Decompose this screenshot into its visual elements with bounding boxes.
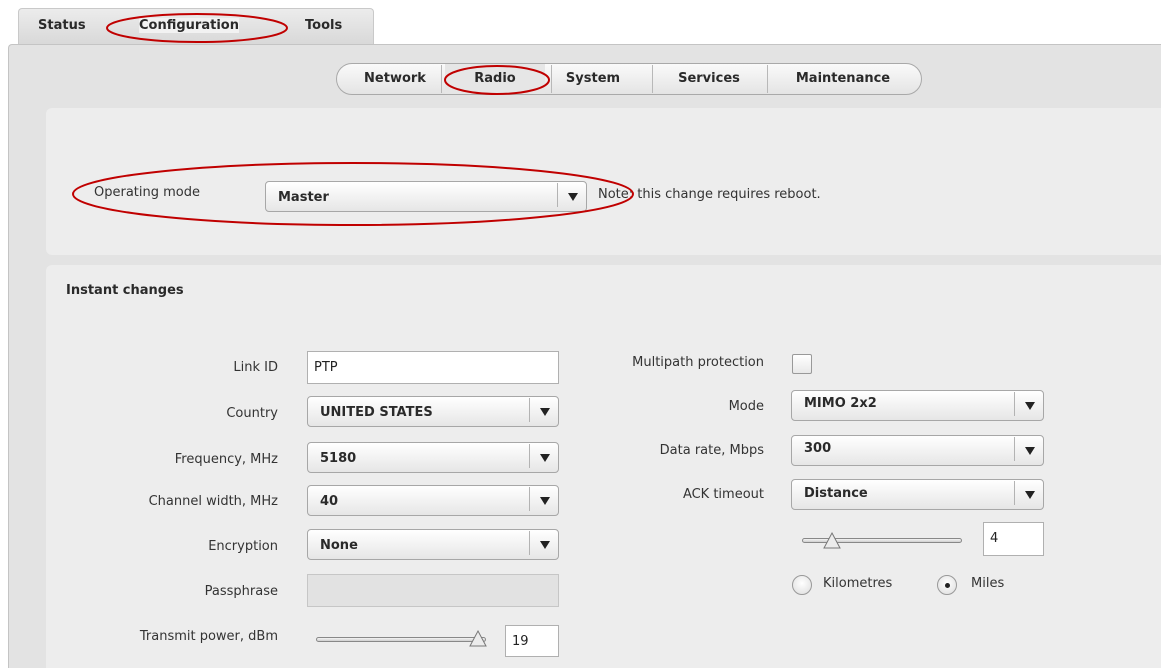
ack-timeout-label: ACK timeout [682, 487, 764, 502]
select-divider [529, 398, 530, 422]
mode-select[interactable]: MIMO 2x2 [791, 390, 1044, 421]
country-select[interactable]: UNITED STATES [307, 396, 559, 427]
transmit-power-slider[interactable] [316, 637, 486, 642]
data-rate-value: 300 [804, 441, 832, 456]
frequency-label: Frequency, MHz [174, 452, 278, 467]
kilometres-label: Kilometres [823, 576, 893, 591]
subnav-divider [551, 65, 552, 93]
country-label: Country [226, 406, 278, 421]
passphrase-label: Passphrase [204, 584, 278, 599]
select-divider [1014, 392, 1015, 416]
subnav-system[interactable]: System [555, 64, 631, 94]
instant-changes-title: Instant changes [66, 283, 184, 298]
ack-timeout-select[interactable]: Distance [791, 479, 1044, 510]
country-value: UNITED STATES [320, 405, 433, 420]
channel-width-label: Channel width, MHz [148, 494, 278, 509]
select-divider [1014, 437, 1015, 461]
multipath-label: Multipath protection [632, 355, 764, 370]
link-id-label: Link ID [233, 360, 278, 375]
chevron-down-icon [540, 541, 550, 549]
top-tab-bar: Status Configuration Tools [18, 8, 374, 45]
frequency-value: 5180 [320, 451, 357, 466]
transmit-power-label: Transmit power, dBm [139, 629, 278, 644]
data-rate-select[interactable]: 300 [791, 435, 1044, 466]
chevron-down-icon [1025, 402, 1035, 410]
link-id-input[interactable]: PTP [307, 351, 559, 384]
select-divider [1014, 481, 1015, 505]
mode-label: Mode [728, 399, 764, 414]
transmit-power-input[interactable]: 19 [505, 625, 559, 657]
chevron-down-icon [540, 497, 550, 505]
select-divider [529, 531, 530, 555]
encryption-label: Encryption [208, 539, 278, 554]
miles-label: Miles [971, 576, 1005, 591]
subnav-services[interactable]: Services [653, 64, 765, 94]
subnav-maintenance[interactable]: Maintenance [769, 64, 917, 94]
tab-tools[interactable]: Tools [305, 18, 342, 33]
radio-selected-dot [945, 583, 950, 588]
chevron-down-icon [1025, 447, 1035, 455]
channel-width-select[interactable]: 40 [307, 485, 559, 516]
reboot-note: Note: this change requires reboot. [598, 187, 821, 202]
select-divider [557, 183, 558, 207]
miles-radio[interactable] [937, 575, 957, 595]
passphrase-input[interactable] [307, 574, 559, 607]
distance-input[interactable]: 4 [983, 522, 1044, 556]
chevron-down-icon [1025, 491, 1035, 499]
subnav-divider [441, 65, 442, 93]
kilometres-radio[interactable] [792, 575, 812, 595]
sub-navigation: Network Radio System Services Maintenanc… [336, 63, 922, 95]
operating-mode-panel [46, 108, 1161, 255]
tab-configuration[interactable]: Configuration [139, 18, 239, 33]
chevron-down-icon [540, 454, 550, 462]
tab-status[interactable]: Status [38, 18, 86, 33]
chevron-down-icon [540, 408, 550, 416]
operating-mode-value: Master [278, 190, 329, 205]
ack-timeout-value: Distance [804, 486, 868, 501]
subnav-divider [767, 65, 768, 93]
encryption-value: None [320, 538, 358, 553]
operating-mode-select[interactable]: Master [265, 181, 587, 212]
multipath-checkbox[interactable] [792, 354, 812, 374]
operating-mode-label: Operating mode [94, 185, 200, 200]
select-divider [529, 444, 530, 468]
data-rate-label: Data rate, Mbps [659, 443, 764, 458]
select-divider [529, 487, 530, 511]
mode-value: MIMO 2x2 [804, 396, 877, 411]
encryption-select[interactable]: None [307, 529, 559, 560]
frequency-select[interactable]: 5180 [307, 442, 559, 473]
subnav-radio[interactable]: Radio [445, 64, 545, 94]
subnav-network[interactable]: Network [355, 64, 435, 94]
chevron-down-icon [568, 193, 578, 201]
channel-width-value: 40 [320, 494, 339, 509]
